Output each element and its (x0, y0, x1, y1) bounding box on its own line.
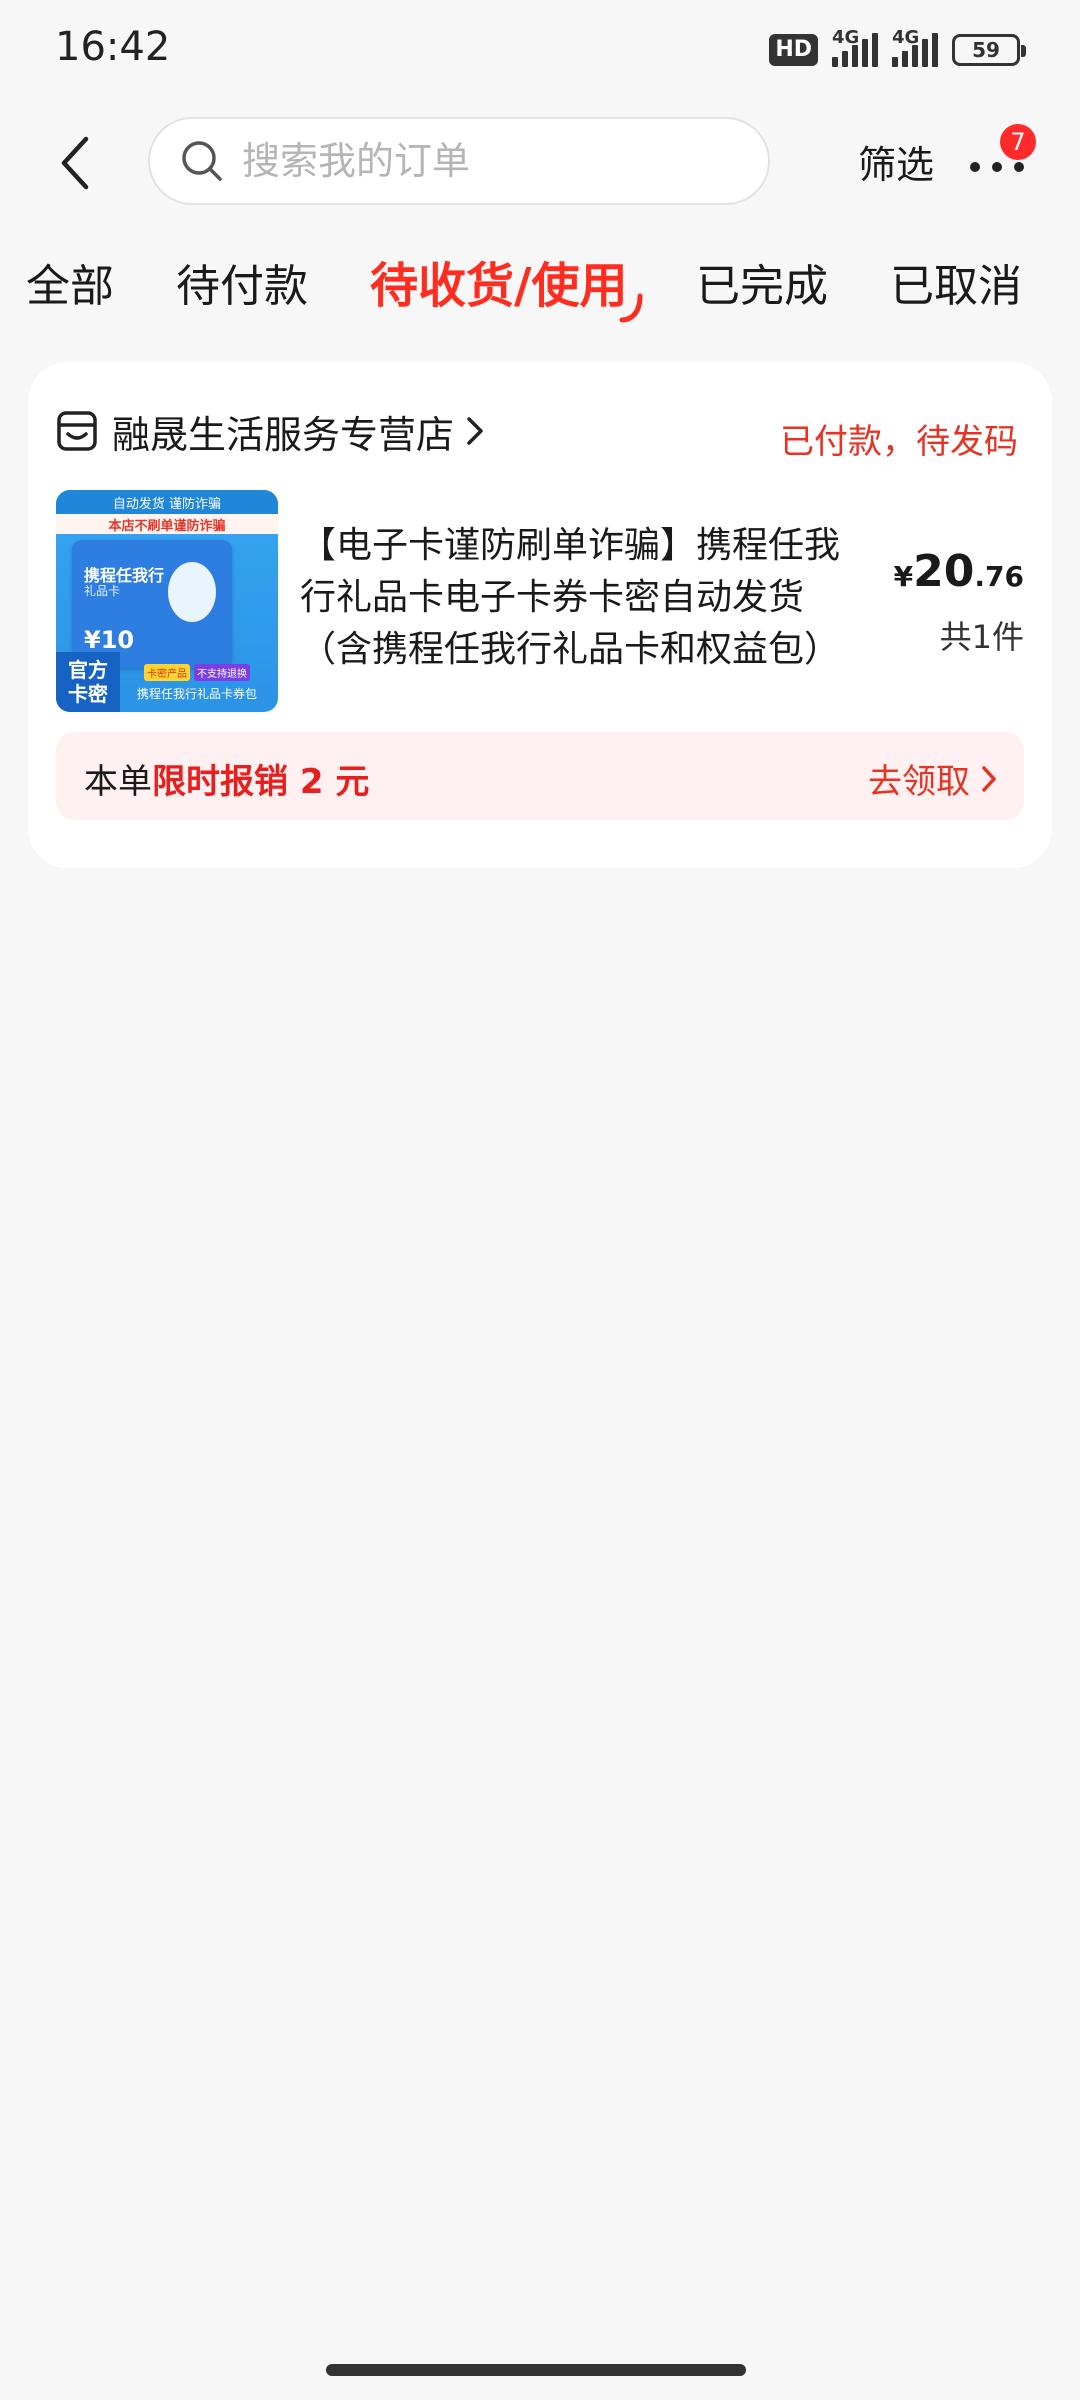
price-currency: ¥ (893, 560, 914, 593)
order-tabs: 全部 待付款 待收货/使用 已完成 已取消 (0, 240, 1080, 330)
promo-highlight: 限时报销 2 元 (152, 762, 370, 802)
search-input[interactable] (240, 138, 720, 184)
header: 筛选 7 (0, 110, 1080, 210)
tab-cancelled[interactable]: 已取消 (890, 250, 1022, 314)
price-decimal: .76 (974, 560, 1024, 593)
thumb-bottom-text: 携程任我行礼品卡券包 (136, 687, 257, 701)
network-label: 4G (892, 27, 920, 48)
back-button[interactable] (50, 128, 100, 198)
search-icon (182, 141, 222, 181)
card-value: ¥10 (84, 626, 135, 654)
store-name: 融晟生活服务专营店 (112, 412, 455, 457)
network-label: 4G (832, 27, 860, 48)
official-line: 卡密 (68, 682, 108, 706)
dolphin-logo-icon (168, 562, 216, 622)
chevron-left-icon (61, 136, 89, 190)
more-dot (992, 162, 1002, 172)
order-card[interactable]: 融晟生活服务专营店 已付款，待发码 自动发货 谨防诈骗 本店不刷单谨防诈骗 携程… (28, 362, 1052, 868)
tab-completed[interactable]: 已完成 (696, 250, 828, 314)
product-title[interactable]: 【电子卡谨防刷单诈骗】携程任我行礼品卡电子卡券卡密自动发货（含携程任我行礼品卡和… (300, 520, 860, 676)
notification-badge: 7 (1000, 124, 1036, 160)
thumb-bottom-strip: 卡密产品 不支持退换 携程任我行礼品卡券包 (120, 664, 274, 708)
status-time: 16:42 (55, 24, 171, 70)
tag-no-refund: 不支持退换 (194, 664, 250, 681)
price-integer: 20 (913, 546, 975, 597)
status-icons: HD 4G 4G 59 (769, 27, 1026, 70)
promo-banner[interactable]: 本单限时报销 2 元 去领取 (56, 732, 1024, 820)
promo-prefix: 本单 (84, 762, 152, 802)
claim-label: 去领取 (868, 762, 970, 802)
product-price: ¥20.76 (894, 546, 1024, 597)
home-indicator[interactable] (326, 2364, 746, 2376)
store-link[interactable]: 融晟生活服务专营店 (56, 406, 486, 457)
chevron-right-icon (467, 417, 483, 445)
chevron-right-icon (982, 765, 996, 792)
tab-pending-receipt[interactable]: 待收货/使用 (370, 246, 628, 316)
thumb-warning: 本店不刷单谨防诈骗 (56, 514, 278, 534)
battery-icon: 59 (952, 34, 1026, 66)
store-icon (57, 411, 97, 451)
filter-button[interactable]: 筛选 (858, 134, 934, 189)
thumb-tags: 卡密产品 不支持退换 (144, 664, 250, 681)
card-subtitle: 礼品卡 (84, 584, 121, 598)
active-tab-indicator (619, 293, 643, 323)
signal-icon: 4G (832, 27, 878, 67)
order-status: 已付款，待发码 (780, 422, 1018, 462)
product-quantity: 共1件 (939, 618, 1024, 656)
tab-all[interactable]: 全部 (26, 250, 114, 314)
claim-button[interactable]: 去领取 (868, 754, 998, 803)
promo-text: 本单限时报销 2 元 (84, 754, 369, 803)
official-line: 官方 (68, 658, 108, 682)
official-label: 官方 卡密 (56, 652, 120, 712)
signal-icon: 4G (892, 27, 938, 67)
product-image[interactable]: 自动发货 谨防诈骗 本店不刷单谨防诈骗 携程任我行 礼品卡 ¥10 官方 卡密 … (56, 490, 278, 712)
tab-pending-payment[interactable]: 待付款 (176, 250, 308, 314)
tag-card-product: 卡密产品 (144, 664, 190, 681)
more-dot (970, 162, 980, 172)
hd-icon: HD (769, 34, 818, 66)
thumb-banner: 自动发货 谨防诈骗 (56, 490, 278, 514)
more-dot (1014, 162, 1024, 172)
status-bar: 16:42 HD 4G 4G 59 (0, 0, 1080, 100)
gift-card-image: 携程任我行 礼品卡 ¥10 (72, 540, 232, 668)
search-box[interactable] (148, 117, 770, 205)
